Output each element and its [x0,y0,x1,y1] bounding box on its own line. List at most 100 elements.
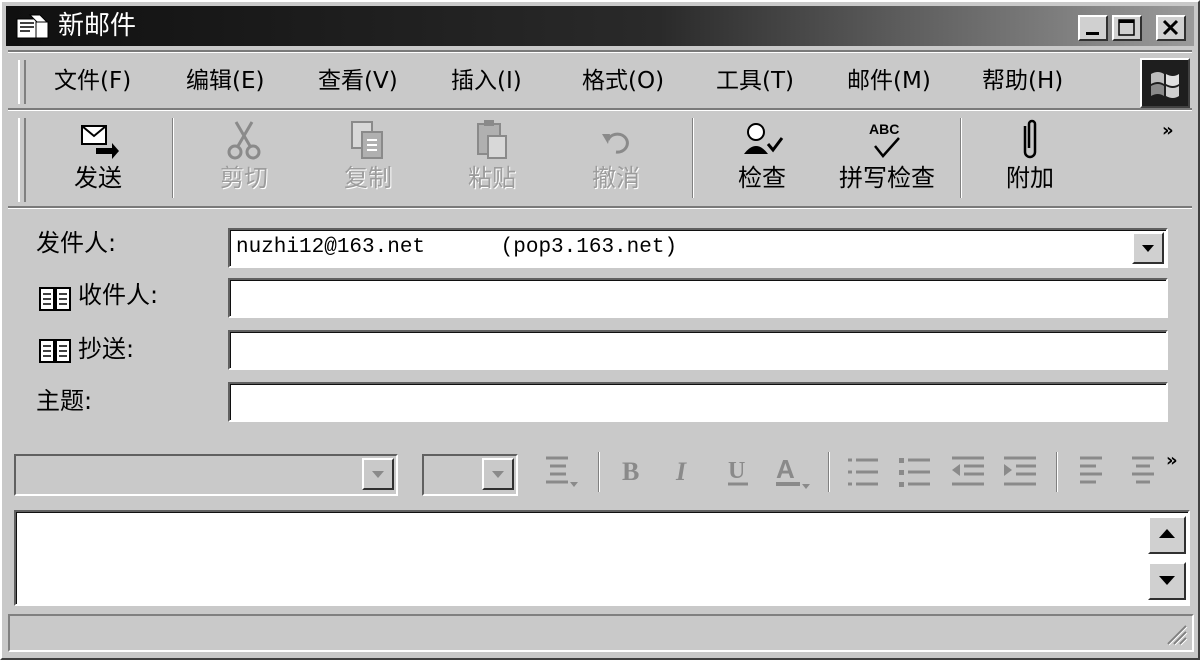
format-separator [828,452,830,492]
attach-button[interactable]: 附加 [984,118,1076,202]
from-value: nuzhi12@163.net (pop3.163.net) [236,236,678,259]
menu-message[interactable]: 邮件(M) [847,66,931,96]
menu-view[interactable]: 查看(V) [318,66,398,96]
from-select[interactable]: nuzhi12@163.net (pop3.163.net) [228,228,1168,268]
font-size-combo[interactable] [422,454,518,496]
menu-file[interactable]: 文件(F) [54,66,131,96]
menu-format[interactable]: 格式(O) [582,66,664,96]
scroll-up-button[interactable] [1148,516,1186,554]
title-bar[interactable]: 新邮件 [6,6,1194,46]
undo-button[interactable]: 撤消 [570,118,662,202]
svg-text:A: A [776,454,795,484]
cut-button[interactable]: 剪切 [198,118,290,202]
paste-icon [477,120,507,159]
arrow-up-icon [1159,529,1175,538]
toolbar-top-border [8,108,1192,111]
minimize-button[interactable] [1078,15,1108,41]
maximize-button[interactable] [1112,15,1142,41]
bullet-list-icon[interactable] [896,452,936,492]
svg-text:I: I [675,457,687,486]
cc-label: 抄送: [78,335,135,363]
maximize-icon [1118,19,1135,36]
menu-tools[interactable]: 工具(T) [716,66,794,96]
font-color-icon[interactable]: A [772,452,812,492]
subject-input[interactable] [230,384,1166,420]
svg-text:U: U [728,458,745,484]
underline-icon[interactable]: U [724,454,754,490]
subject-field[interactable] [228,382,1168,422]
paste-button[interactable]: 粘贴 [446,118,538,202]
svg-text:ABC: ABC [869,121,899,137]
italic-icon[interactable]: I [670,454,700,490]
subject-label: 主题: [36,387,93,415]
check-names-button[interactable]: 检查 [714,118,810,202]
from-dropdown-button[interactable] [1132,232,1164,264]
address-book-icon[interactable] [38,286,72,312]
scroll-down-button[interactable] [1148,562,1186,600]
close-button[interactable] [1156,15,1186,41]
spelling-label: 拼写检查 [839,164,935,192]
menu-bar-top-border [8,50,1192,53]
paste-label: 粘贴 [468,164,516,192]
send-icon [81,125,119,159]
chevron-down-icon [1142,245,1154,252]
chevron-down-icon [492,471,504,478]
copy-button[interactable]: 复制 [322,118,414,202]
to-label: 收件人: [78,281,159,309]
font-dropdown-button[interactable] [362,458,394,490]
cut-label: 剪切 [220,164,268,192]
message-body-input[interactable] [16,512,1150,608]
windows-logo [1140,58,1190,108]
spelling-check-icon: ABC [869,121,900,158]
cc-input[interactable] [230,332,1166,368]
numbered-list-icon[interactable] [844,452,884,492]
font-combo[interactable] [14,454,398,496]
toolbar-more-chevron[interactable]: » [1162,120,1174,141]
paperclip-icon [1023,119,1037,159]
format-separator [598,452,600,492]
toolbar-separator [172,118,174,198]
window-title: 新邮件 [58,11,137,41]
send-label: 发送 [74,164,122,192]
increase-indent-icon[interactable] [1000,452,1040,492]
check-label: 检查 [738,164,786,192]
menu-help[interactable]: 帮助(H) [982,66,1063,96]
font-size-dropdown-button[interactable] [482,458,514,490]
scissors-icon [227,121,261,160]
cc-field[interactable] [228,330,1168,370]
paragraph-style-icon[interactable] [542,452,582,492]
windows-flag-icon [1151,72,1179,98]
decrease-indent-icon[interactable] [948,452,988,492]
toolbar-gripper[interactable] [18,118,26,202]
align-left-icon[interactable] [1074,452,1114,492]
toolbar-separator [692,118,694,198]
check-names-icon [744,123,784,154]
menu-edit[interactable]: 编辑(E) [186,66,264,96]
copy-icon [351,121,383,159]
bold-icon[interactable]: B [618,454,648,490]
toolbar-bottom-border [8,206,1192,209]
arrow-down-icon [1159,576,1175,585]
resize-grip-icon[interactable] [1162,620,1188,646]
format-separator [1056,452,1058,492]
minimize-icon [1086,32,1099,35]
close-icon [1162,19,1179,36]
from-label: 发件人: [36,229,117,257]
menu-bar-gripper[interactable] [18,60,26,104]
status-bar [8,614,1194,652]
toolbar-separator [960,118,962,198]
undo-label: 撤消 [592,164,640,192]
align-center-icon[interactable] [1126,452,1166,492]
message-body[interactable] [14,510,1190,608]
new-mail-window: 新邮件 文件(F) 编辑(E) 查看(V) 插入(I) 格式(O) 工具(T) … [0,0,1200,660]
svg-text:B: B [622,457,639,486]
to-field[interactable] [228,278,1168,318]
new-mail-icon [16,14,50,39]
copy-label: 复制 [344,164,392,192]
menu-insert[interactable]: 插入(I) [451,66,522,96]
send-button[interactable]: 发送 [52,118,144,202]
spelling-button[interactable]: ABC 拼写检查 [828,118,946,202]
address-book-icon[interactable] [38,338,72,364]
to-input[interactable] [230,280,1166,316]
format-more-chevron[interactable]: » [1166,450,1178,471]
